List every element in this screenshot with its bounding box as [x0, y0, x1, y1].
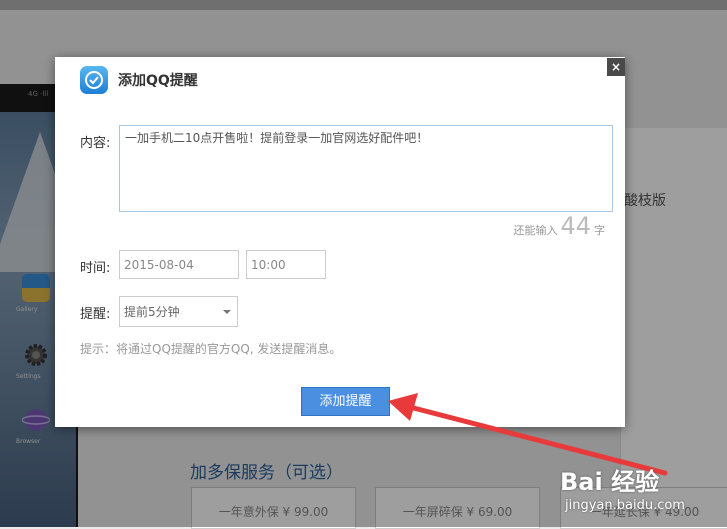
qq-reminder-logo-icon: [80, 66, 108, 94]
time-label: 时间:: [80, 261, 111, 276]
chevron-down-icon: [223, 310, 231, 314]
close-button[interactable]: ×: [607, 58, 625, 76]
content-label: 内容:: [80, 136, 111, 151]
remind-select-value: 提前5分钟: [124, 305, 180, 319]
date-input[interactable]: 2015-08-04: [119, 250, 239, 279]
remaining-chars: 还能输入 44 字: [513, 212, 605, 240]
baidu-watermark-url: jingyan.baidu.com: [565, 498, 685, 513]
qq-reminder-dialog: × 添加QQ提醒 内容: 一加手机二10点开售啦！提前登录一加官网选好配件吧！ …: [55, 57, 625, 427]
remaining-prefix: 还能输入: [513, 224, 558, 237]
remaining-suffix: 字: [594, 224, 605, 237]
dialog-title: 添加QQ提醒: [118, 73, 198, 89]
remind-label: 提醒:: [80, 307, 111, 322]
add-reminder-button[interactable]: 添加提醒: [301, 387, 390, 416]
baidu-watermark-logo: Bai 经验: [560, 468, 660, 496]
time-input[interactable]: 10:00: [246, 250, 326, 279]
content-textarea[interactable]: 一加手机二10点开售啦！提前登录一加官网选好配件吧！: [119, 125, 613, 212]
hint-text: 提示：将通过QQ提醒的官方QQ, 发送提醒消息。: [80, 342, 342, 356]
remaining-count: 44: [560, 212, 591, 240]
remind-select[interactable]: 提前5分钟: [119, 296, 238, 327]
